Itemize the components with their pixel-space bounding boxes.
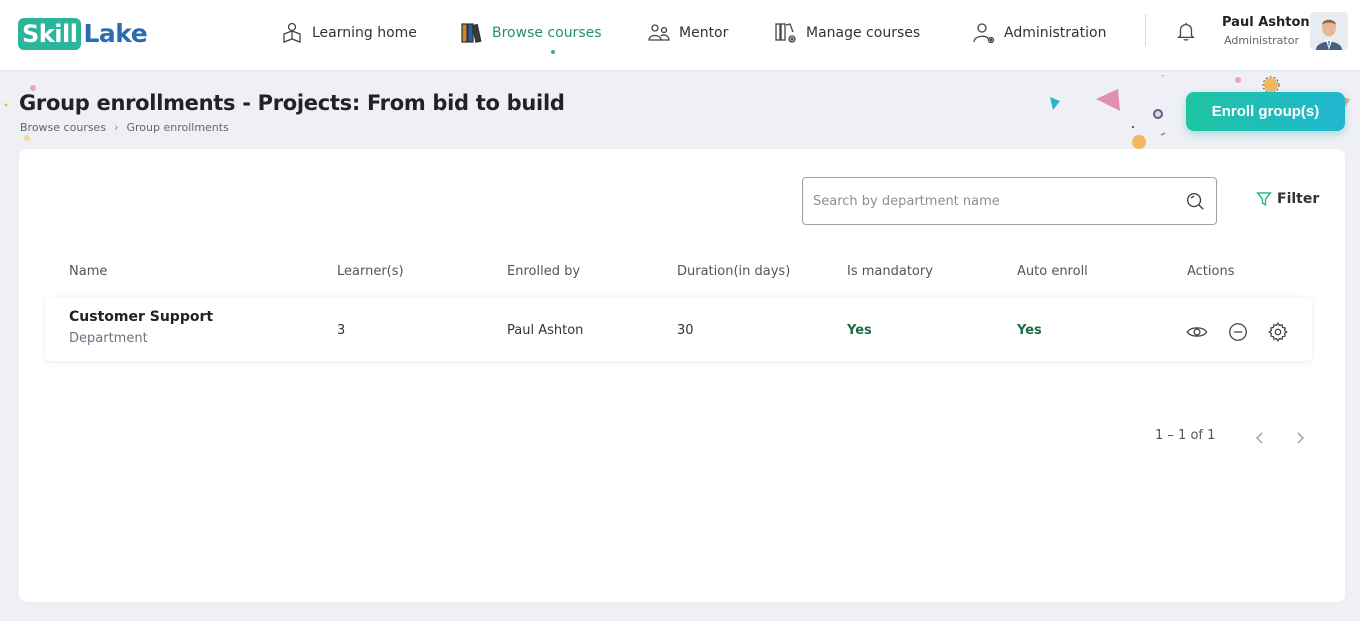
- administration-icon: [973, 23, 995, 44]
- breadcrumb: Browse courses › Group enrollments: [20, 121, 229, 134]
- column-header-is-mandatory: Is mandatory: [847, 264, 933, 279]
- user-role: Administrator: [1224, 34, 1299, 47]
- nav-administration[interactable]: Administration: [972, 18, 1106, 48]
- nav-manage-courses[interactable]: Manage courses: [774, 18, 920, 48]
- nav-mentor[interactable]: Mentor: [647, 18, 728, 48]
- user-name[interactable]: Paul Ashton: [1222, 15, 1310, 30]
- column-header-enrolled-by: Enrolled by: [507, 264, 581, 279]
- nav-learning-home[interactable]: Learning home: [280, 18, 417, 48]
- notifications-bell-icon[interactable]: [1175, 20, 1197, 42]
- previous-page-chevron-icon[interactable]: [1251, 429, 1269, 447]
- books-icon: [461, 23, 482, 43]
- filter-label: Filter: [1277, 191, 1320, 207]
- filter-funnel-icon: [1256, 192, 1272, 207]
- row-duration: 30: [677, 323, 694, 338]
- logo-text-skill: Skill: [18, 17, 82, 50]
- logo-text-lake: Lake: [83, 19, 148, 48]
- user-avatar[interactable]: [1310, 12, 1348, 50]
- row-group-type: Department: [69, 331, 148, 346]
- learning-home-icon: [283, 22, 301, 43]
- remove-minus-circle-icon[interactable]: [1227, 321, 1249, 343]
- column-header-actions: Actions: [1187, 264, 1235, 279]
- column-header-name: Name: [69, 264, 108, 279]
- table-row: Customer Support Department 3 Paul Ashto…: [45, 297, 1312, 361]
- nav-mentor-label: Mentor: [679, 25, 729, 41]
- background-confetti-decoration: [4, 75, 1350, 149]
- nav-browse-courses-label: Browse courses: [492, 25, 602, 41]
- view-eye-icon[interactable]: [1186, 321, 1208, 343]
- nav-learning-home-label: Learning home: [312, 25, 417, 41]
- nav-manage-courses-label: Manage courses: [806, 25, 921, 41]
- pagination-range-label: 1 – 1 of 1: [1155, 428, 1216, 443]
- breadcrumb-separator-icon: ›: [114, 121, 119, 134]
- enroll-groups-button[interactable]: Enroll group(s): [1186, 92, 1345, 131]
- filter-button[interactable]: Filter: [1256, 191, 1319, 207]
- search-icon[interactable]: [1184, 190, 1206, 212]
- nav-browse-courses[interactable]: Browse courses: [460, 18, 602, 54]
- row-group-name: Customer Support: [69, 309, 214, 325]
- row-learners-count: 3: [337, 323, 346, 338]
- avatar-portrait: [1310, 12, 1348, 50]
- row-auto-enroll: Yes: [1017, 323, 1042, 338]
- row-is-mandatory: Yes: [847, 323, 872, 338]
- manage-courses-icon: [775, 23, 796, 43]
- page-title: Group enrollments - Projects: From bid t…: [19, 91, 565, 115]
- settings-gear-icon[interactable]: [1267, 321, 1289, 343]
- column-header-duration: Duration(in days): [677, 264, 791, 279]
- breadcrumb-browse-courses[interactable]: Browse courses: [20, 121, 106, 134]
- row-enrolled-by: Paul Ashton: [507, 323, 584, 338]
- group-enrollments-card: Filter Name Learner(s) Enrolled by Durat…: [19, 149, 1345, 602]
- column-header-learners: Learner(s): [337, 264, 404, 279]
- skilllake-logo[interactable]: Skill Lake: [18, 17, 148, 50]
- mentor-icon: [648, 24, 670, 41]
- header-divider: [1145, 14, 1146, 46]
- next-page-chevron-icon[interactable]: [1291, 429, 1309, 447]
- active-indicator-dot: [550, 50, 555, 54]
- top-navigation-bar: Skill Lake Learning home Browse courses …: [0, 0, 1360, 70]
- breadcrumb-group-enrollments: Group enrollments: [126, 121, 229, 134]
- department-search-input[interactable]: [813, 193, 1184, 209]
- nav-administration-label: Administration: [1004, 25, 1107, 41]
- search-box: [802, 177, 1217, 225]
- column-header-auto-enroll: Auto enroll: [1017, 264, 1088, 279]
